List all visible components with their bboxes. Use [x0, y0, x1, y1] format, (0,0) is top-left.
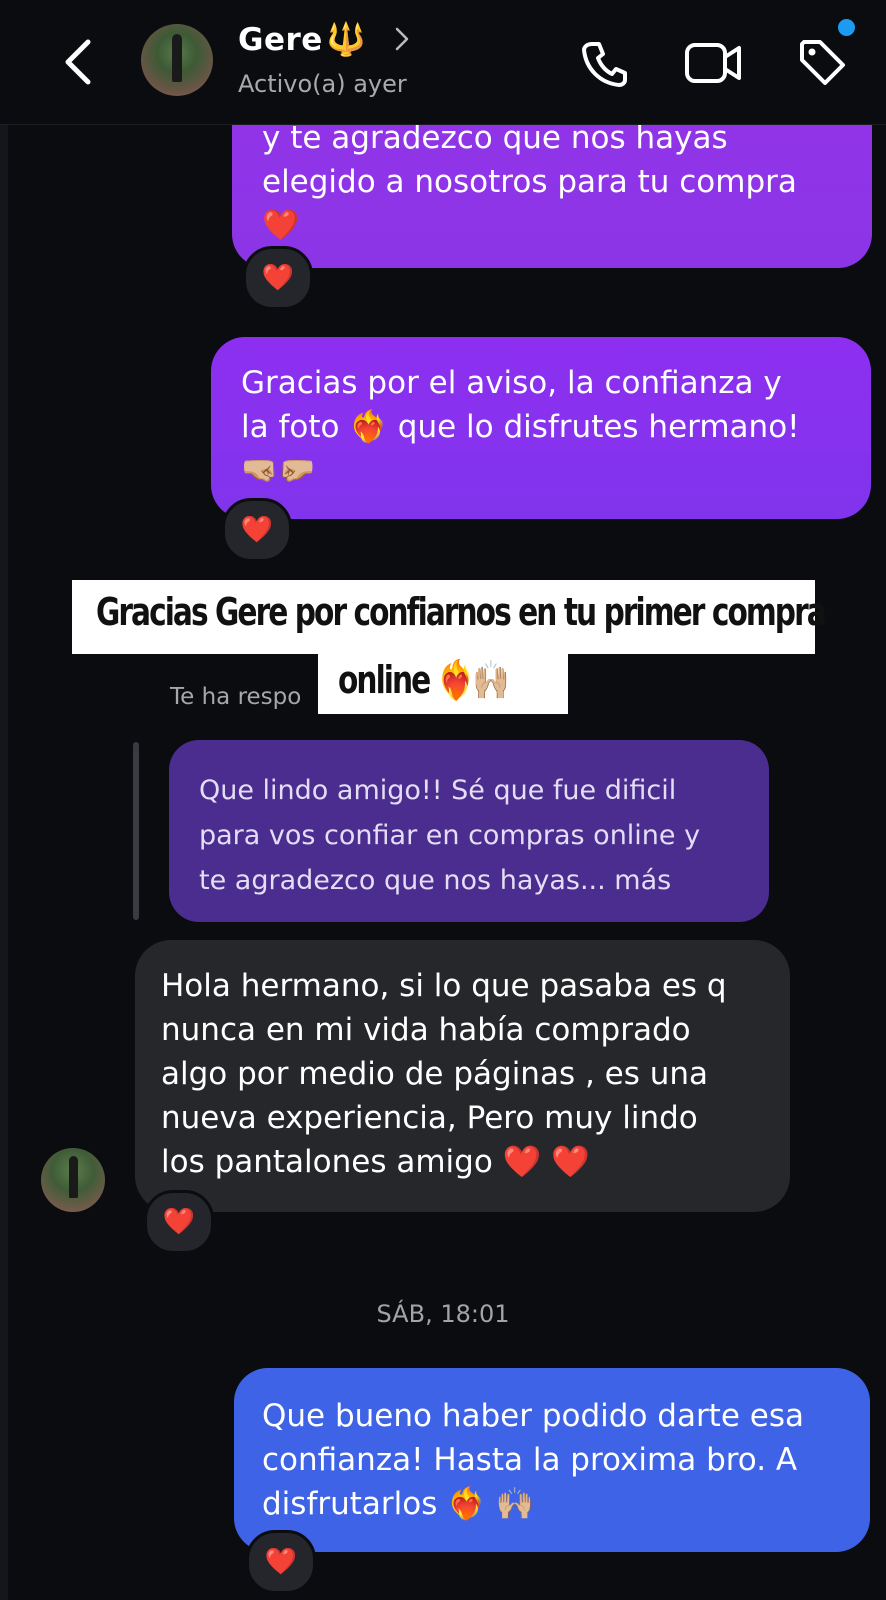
phone-icon[interactable] [578, 38, 630, 90]
caption-text: Gracias Gere por confiarnos en tu primer… [96, 590, 827, 634]
heart-reaction[interactable]: ❤️ [243, 246, 313, 310]
message-line: elegido a nosotros para tu compra [262, 164, 797, 200]
active-status: Activo(a) ayer [238, 70, 407, 98]
sender-avatar[interactable] [41, 1148, 105, 1212]
caption-banner-line2: online ❤️‍🔥🙌🏼 [318, 652, 568, 714]
sent-message-bubble[interactable]: Que bueno haber podido darte esa confian… [234, 1368, 870, 1552]
caption-banner-line1: Gracias Gere por confiarnos en tu primer… [72, 580, 827, 654]
sent-message-bubble[interactable]: Gracias por el aviso, la confianza y la … [211, 337, 871, 519]
message-line: Que bueno haber podido darte esa [262, 1398, 804, 1434]
tag-icon[interactable] [796, 36, 848, 88]
back-chevron-icon[interactable] [58, 36, 102, 88]
chat-header: Gere 🔱 Activo(a) ayer [0, 0, 886, 125]
received-message-bubble[interactable]: Hola hermano, si lo que pasaba es q nunc… [135, 940, 790, 1212]
message-line: Gracias por el aviso, la confianza y [241, 365, 782, 401]
timestamp: SÁB, 18:01 [376, 1300, 510, 1328]
heart-reaction[interactable]: ❤️ [222, 498, 292, 562]
message-line: Hola hermano, si lo que pasaba es q [161, 968, 727, 1004]
notification-dot [838, 19, 855, 36]
heart-reaction[interactable]: ❤️ [144, 1190, 214, 1254]
reply-indicator-bar [133, 742, 139, 920]
chevron-right-icon[interactable] [394, 26, 410, 52]
contact-name[interactable]: Gere [238, 22, 323, 58]
message-line: los pantalones amigo ❤️ ❤️ [161, 1144, 590, 1180]
message-line: te agradezco que nos hayas... más [199, 865, 672, 896]
message-line: para vos confiar en compras online y [199, 820, 701, 851]
message-line: confianza! Hasta la proxima bro. A [262, 1442, 798, 1478]
contact-avatar[interactable] [141, 24, 213, 96]
scroll-edge [0, 124, 8, 1600]
caption-text: online ❤️‍🔥🙌🏼 [338, 658, 510, 702]
message-line: disfrutarlos ❤️‍🔥 🙌🏼 [262, 1486, 535, 1522]
message-line: nueva experiencia, Pero muy lindo [161, 1100, 698, 1136]
message-line: la foto ❤️‍🔥 que lo disfrutes hermano! [241, 409, 800, 445]
message-line: nunca en mi vida había comprado [161, 1012, 691, 1048]
quoted-message-bubble[interactable]: Que lindo amigo!! Sé que fue dificil par… [169, 740, 769, 922]
replied-label: Te ha respo [170, 684, 302, 710]
fist-bump-emoji: 🤜🏼🤛🏼 [241, 453, 316, 488]
message-line: algo por medio de páginas , es una [161, 1056, 709, 1092]
video-icon[interactable] [684, 40, 744, 86]
heart-emoji: ❤️ [262, 208, 300, 243]
heart-reaction[interactable]: ❤️ [246, 1530, 316, 1594]
trident-emoji: 🔱 [326, 20, 366, 58]
message-line: Que lindo amigo!! Sé que fue dificil [199, 775, 677, 806]
